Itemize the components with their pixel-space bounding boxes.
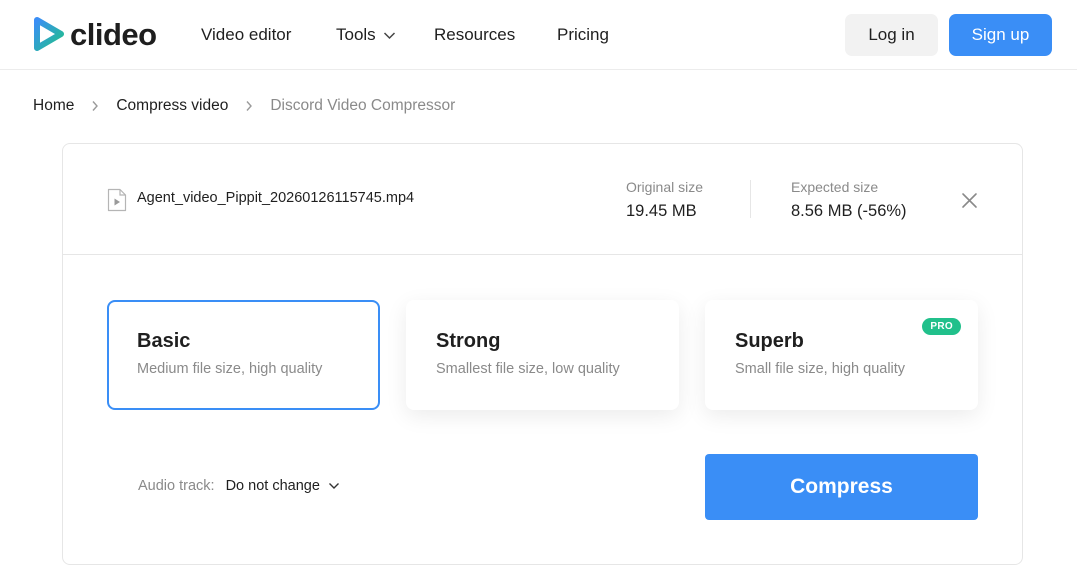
audio-track-row: Audio track: Do not change: [138, 478, 340, 494]
original-size-label: Original size: [626, 179, 704, 195]
audio-track-label: Audio track:: [138, 478, 215, 494]
option-strong-description: Smallest file size, low quality: [436, 361, 620, 377]
login-button[interactable]: Log in: [845, 14, 938, 56]
option-superb[interactable]: PRO Superb Small file size, high quality: [705, 300, 978, 410]
chevron-right-icon: [246, 101, 253, 111]
option-superb-title: Superb: [735, 330, 804, 352]
option-basic[interactable]: Basic Medium file size, high quality: [107, 300, 380, 410]
signup-button[interactable]: Sign up: [949, 14, 1052, 56]
expected-size-value: 8.56 MB (-56%): [791, 202, 907, 220]
chevron-down-icon: [383, 31, 395, 39]
expected-size-label: Expected size: [791, 179, 879, 195]
expected-size-block: Expected size 8.56 MB (-56%): [791, 178, 907, 222]
option-basic-title: Basic: [137, 330, 191, 352]
audio-track-select[interactable]: Do not change: [226, 478, 340, 494]
chevron-down-icon: [328, 483, 339, 489]
option-strong-title: Strong: [436, 330, 501, 352]
option-strong[interactable]: Strong Smallest file size, low quality: [406, 300, 679, 410]
breadcrumb-compress-video[interactable]: Compress video: [116, 97, 228, 115]
option-basic-description: Medium file size, high quality: [137, 361, 323, 377]
size-divider: [750, 180, 751, 218]
option-superb-description: Small file size, high quality: [735, 361, 906, 377]
nav-pricing[interactable]: Pricing: [557, 24, 609, 46]
nav-tools[interactable]: Tools: [336, 24, 396, 46]
nav-tools-label: Tools: [336, 25, 376, 44]
compress-card: Agent_video_Pippit_20260126115745.mp4 Or…: [62, 143, 1023, 565]
nav-resources[interactable]: Resources: [434, 24, 515, 46]
file-name: Agent_video_Pippit_20260126115745.mp4: [137, 190, 415, 206]
pro-badge: PRO: [922, 318, 961, 335]
file-info-row: Agent_video_Pippit_20260126115745.mp4 Or…: [63, 144, 1022, 255]
breadcrumb-current: Discord Video Compressor: [270, 97, 456, 114]
original-size-value: 19.45 MB: [626, 202, 697, 220]
clideo-logo-icon: [34, 17, 64, 51]
breadcrumb: Home Compress video Discord Video Compre…: [33, 95, 455, 117]
clideo-logo[interactable]: clideo: [33, 16, 157, 52]
chevron-right-icon: [92, 101, 99, 111]
audio-track-value: Do not change: [225, 478, 320, 494]
logo-text: clideo: [70, 16, 157, 52]
original-size-block: Original size 19.45 MB: [626, 178, 703, 222]
compress-button[interactable]: Compress: [705, 454, 978, 520]
nav-video-editor[interactable]: Video editor: [201, 24, 291, 46]
close-icon[interactable]: [961, 192, 978, 209]
top-header: clideo Video editor Tools Resources Pric…: [0, 0, 1077, 70]
breadcrumb-home[interactable]: Home: [33, 97, 74, 115]
file-video-icon: [107, 188, 127, 212]
